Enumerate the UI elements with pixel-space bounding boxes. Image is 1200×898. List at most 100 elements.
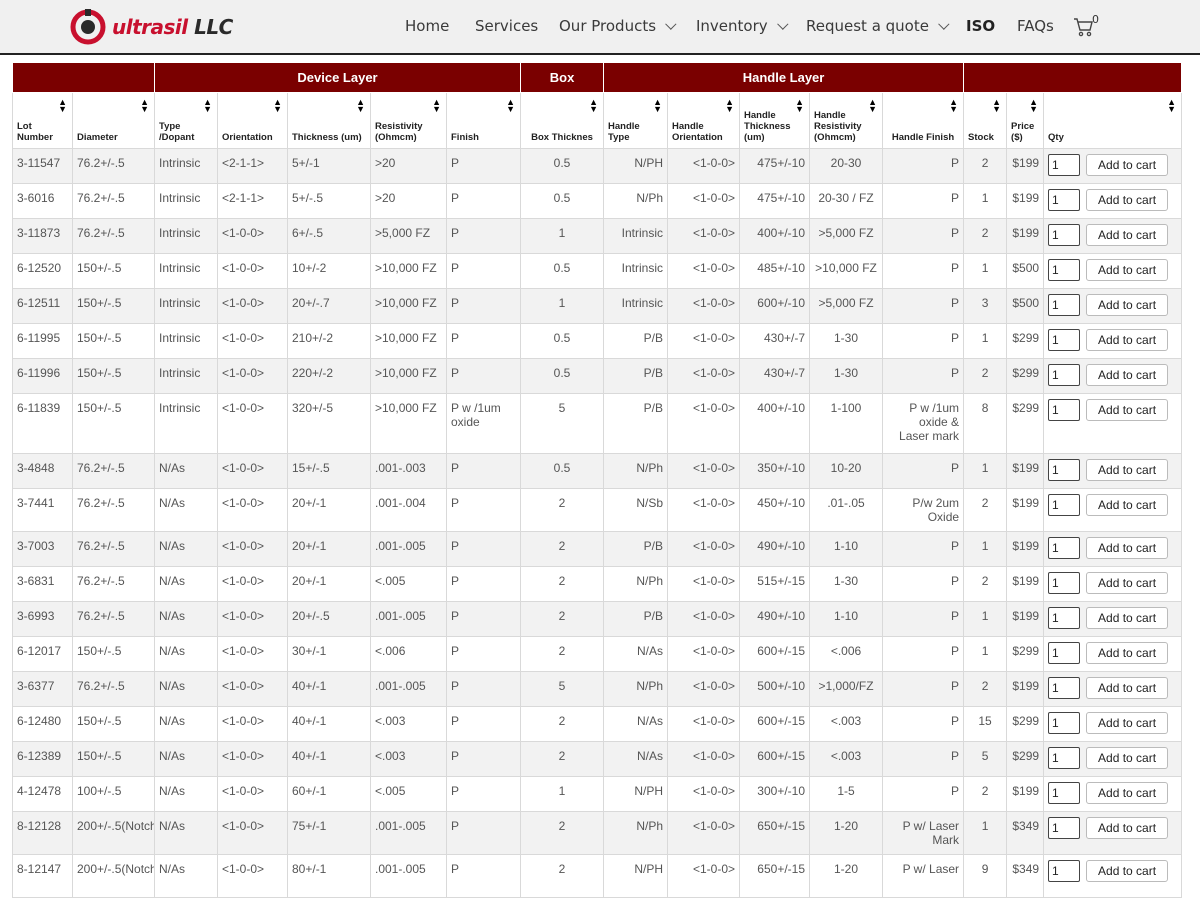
col-handle-finish[interactable]: ▲ ▼ Handle Finish [882,92,965,149]
add-to-cart-button[interactable]: Add to cart [1086,572,1169,594]
col-handle-resistivity[interactable]: ▲ ▼ Handle Resistivity (Ohmcm) [809,92,884,149]
cell-orientation: <1-0-0> [217,288,288,324]
quantity-input[interactable]: 1 [1048,537,1081,559]
add-to-cart-button[interactable]: Add to cart [1086,259,1169,281]
quantity-input[interactable]: 1 [1048,712,1081,734]
add-to-cart-button[interactable]: Add to cart [1086,494,1169,516]
cell-handle-thickness: 430+/-7 [739,358,811,394]
cell-handle-thickness: 475+/-10 [739,148,811,184]
cell-price: $349 [1006,854,1045,898]
cell-orientation: <1-0-0> [217,531,288,567]
col-handle-type[interactable]: ▲ ▼ Handle Type [603,92,669,149]
quantity-input[interactable]: 1 [1048,747,1081,769]
cell-handle-orientation: <1-0-0> [667,183,741,219]
add-to-cart-button[interactable]: Add to cart [1086,817,1169,839]
col-lot-number[interactable]: ▲ ▼ Lot Number [12,92,73,149]
table-row: 6-12520 150+/-.5 Intrinsic <1-0-0> 10+/-2 >10… [12,253,1183,289]
quantity-input[interactable]: 1 [1048,494,1081,516]
cell-orientation: <1-0-0> [217,601,288,637]
cell-handle-resistivity: 1-30 [809,323,884,359]
nav-iso[interactable]: ISO [966,17,995,35]
add-to-cart-button[interactable]: Add to cart [1086,189,1169,211]
add-to-cart-button[interactable]: Add to cart [1086,712,1169,734]
col-diameter[interactable]: ▲ ▼ Diameter [72,92,155,149]
cell-thickness: 60+/-1 [287,776,371,812]
col-handle-thickness[interactable]: ▲ ▼ Handle Thickness (um) [739,92,811,149]
cell-handle-orientation: <1-0-0> [667,566,741,602]
add-to-cart-button[interactable]: Add to cart [1086,294,1169,316]
quantity-input[interactable]: 1 [1048,224,1081,246]
quantity-input[interactable]: 1 [1048,294,1081,316]
nav-inventory[interactable]: Inventory [696,17,789,35]
group-header-box: Box [520,62,605,93]
add-to-cart-button[interactable]: Add to cart [1086,677,1169,699]
col-orientation[interactable]: ▲ ▼ Orientation [217,92,288,149]
col-qty[interactable]: ▲ ▼ Qty [1043,92,1183,149]
cell-price: $500 [1006,253,1045,289]
quantity-input[interactable]: 1 [1048,154,1081,176]
add-to-cart-button[interactable]: Add to cart [1086,224,1169,246]
quantity-input[interactable]: 1 [1048,817,1081,839]
quantity-input[interactable]: 1 [1048,399,1081,421]
cell-orientation: <1-0-0> [217,706,288,742]
add-to-cart-button[interactable]: Add to cart [1086,399,1169,421]
quantity-input[interactable]: 1 [1048,607,1081,629]
quantity-input[interactable]: 1 [1048,860,1081,882]
cell-stock: 1 [963,531,1008,567]
add-to-cart-button[interactable]: Add to cart [1086,154,1169,176]
add-to-cart-button[interactable]: Add to cart [1086,642,1169,664]
table-row: 3-6377 76.2+/-.5 N/As <1-0-0> 40+/-1.001-.00… [12,671,1183,707]
nav-our-products[interactable]: Our Products [559,17,677,35]
cell-stock: 3 [963,288,1008,324]
quantity-input[interactable]: 1 [1048,782,1081,804]
nav-request-quote[interactable]: Request a quote [806,17,950,35]
sort-icon: ▲ ▼ [432,97,441,114]
brand-logo[interactable]: ultrasil LLC [70,8,233,46]
add-to-cart-button[interactable]: Add to cart [1086,537,1169,559]
nav-home[interactable]: Home [405,17,449,35]
add-to-cart-button[interactable]: Add to cart [1086,782,1169,804]
cell-handle-resistivity: 1-30 [809,566,884,602]
add-to-cart-button[interactable]: Add to cart [1086,860,1169,882]
col-label: Type /Dopant [159,121,195,143]
add-to-cart-button[interactable]: Add to cart [1086,607,1169,629]
cell-handle-finish: P [882,253,965,289]
cell-handle-orientation: <1-0-0> [667,253,741,289]
quantity-input[interactable]: 1 [1048,259,1081,281]
cell-resistivity: >20 [370,148,447,184]
quantity-input[interactable]: 1 [1048,459,1081,481]
cell-price: $199 [1006,488,1045,532]
nav-services[interactable]: Services [475,17,538,35]
cell-diameter: 150+/-.5 [72,323,155,359]
cell-price: $199 [1006,566,1045,602]
col-resistivity[interactable]: ▲ ▼ Resistivity (Ohmcm) [370,92,447,149]
nav-faqs[interactable]: FAQs [1017,17,1054,35]
table-row: 6-11995 150+/-.5 Intrinsic <1-0-0> 210+/-2 >1… [12,323,1183,359]
col-handle-orientation[interactable]: ▲ ▼ Handle Orientation [667,92,741,149]
col-finish[interactable]: ▲ ▼ Finish [445,92,522,149]
quantity-input[interactable]: 1 [1048,642,1081,664]
cell-thickness: 80+/-1 [287,854,371,898]
quantity-input[interactable]: 1 [1048,329,1081,351]
add-to-cart-button[interactable]: Add to cart [1086,747,1169,769]
table-row: 3-11873 76.2+/-.5 Intrinsic <1-0-0> 6+/-.5 >5… [12,218,1183,254]
add-to-cart-button[interactable]: Add to cart [1086,364,1169,386]
table-row: 8-12128 200+/-.5(Notch) N/As <1-0-0> 75+/-1.… [12,811,1183,855]
quantity-input[interactable]: 1 [1048,677,1081,699]
col-thickness[interactable]: ▲ ▼ Thickness (um) [287,92,371,149]
col-type-dopant[interactable]: ▲ ▼ Type /Dopant [154,92,218,149]
quantity-input[interactable]: 1 [1048,364,1081,386]
add-to-cart-button[interactable]: Add to cart [1086,459,1169,481]
quantity-input[interactable]: 1 [1048,189,1081,211]
inventory-table-container: Device Layer Box Handle Layer ▲ ▼ Lot Numb… [12,62,1183,898]
quantity-input[interactable]: 1 [1048,572,1081,594]
cell-resistivity: .001-.005 [370,811,447,855]
nav-inventory-label: Inventory [696,17,768,35]
col-box-thickness[interactable]: ▲ ▼ Box Thicknes [520,92,605,149]
cell-stock: 1 [963,601,1008,637]
add-to-cart-button[interactable]: Add to cart [1086,329,1169,351]
cell-qty: 1 Add to cart [1043,601,1183,637]
col-price[interactable]: ▲ ▼ Price ($) [1006,92,1045,149]
column-header-row: ▲ ▼ Lot Number ▲ ▼ Diameter ▲ ▼ Type /Dopant ▲… [12,92,1183,149]
col-stock[interactable]: ▲ ▼ Stock [963,92,1008,149]
